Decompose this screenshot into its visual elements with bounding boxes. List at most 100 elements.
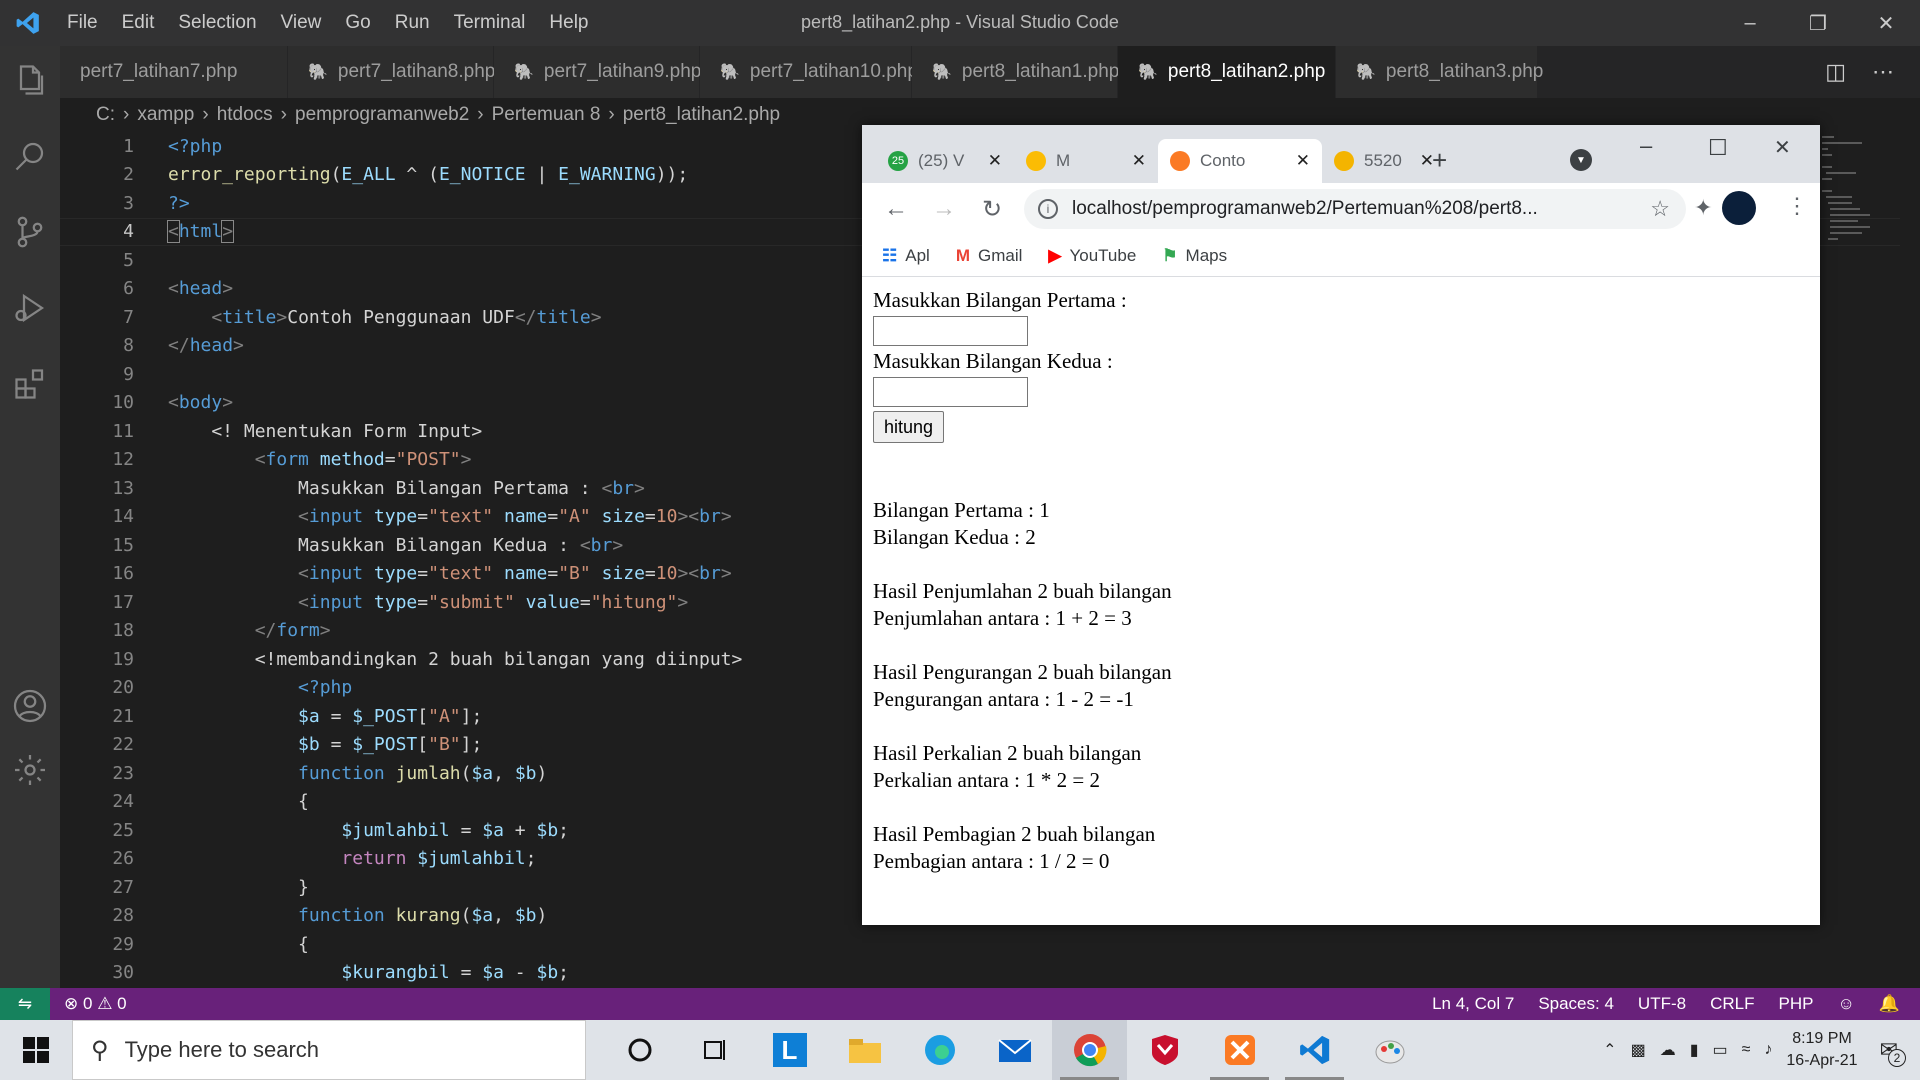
more-actions-icon[interactable]: ⋯: [1872, 59, 1894, 85]
settings-gear-icon[interactable]: [12, 752, 48, 788]
input-a[interactable]: [873, 316, 1028, 346]
address-bar[interactable]: i localhost/pemprogramanweb2/Pertemuan%2…: [1024, 189, 1686, 229]
breadcrumb-item[interactable]: C:: [96, 104, 115, 126]
start-windows-icon[interactable]: [0, 1020, 72, 1080]
close-tab-icon[interactable]: ✕: [1420, 151, 1434, 171]
bookmark-apl[interactable]: ☷ Apl: [882, 246, 930, 266]
run-debug-icon[interactable]: [12, 290, 48, 326]
tray-chevron-up-icon[interactable]: ⌃: [1603, 1040, 1616, 1060]
site-info-icon[interactable]: i: [1038, 199, 1058, 219]
paint-icon[interactable]: [1352, 1020, 1427, 1080]
breadcrumb-item[interactable]: pemprogramanweb2: [295, 104, 469, 126]
breadcrumb-item[interactable]: htdocs: [217, 104, 273, 126]
tray-app-icon[interactable]: ▩: [1631, 1040, 1646, 1060]
editor-tab[interactable]: 🐘 pert7_latihan8.php: [288, 46, 495, 98]
editor-tab[interactable]: 🐘 pert7_latihan9.php: [494, 46, 701, 98]
editor-tab[interactable]: 🐘pert8_latihan2.php✕: [1118, 46, 1350, 98]
page-content: Masukkan Bilangan Pertama : Masukkan Bil…: [862, 277, 1820, 885]
browser-minimize-button[interactable]: –: [1640, 133, 1652, 159]
microphone-icon[interactable]: ▮: [1690, 1040, 1699, 1060]
vscode-taskbar-icon[interactable]: [1277, 1020, 1352, 1080]
browser-tab[interactable]: 5520 ✕: [1322, 139, 1446, 183]
extensions-icon[interactable]: [12, 366, 48, 402]
mcafee-icon[interactable]: [1127, 1020, 1202, 1080]
code-line[interactable]: 29 {: [60, 930, 1920, 959]
close-button[interactable]: ✕: [1852, 0, 1920, 46]
taskbar-search[interactable]: ⚲ Type here to search: [72, 1020, 586, 1080]
forward-arrow-icon[interactable]: →: [920, 195, 968, 223]
menu-item-go[interactable]: Go: [333, 12, 382, 34]
code-line[interactable]: 30 $kurangbil = $a - $b;: [60, 959, 1920, 988]
menu-item-view[interactable]: View: [269, 12, 334, 34]
explorer-icon[interactable]: [12, 62, 48, 98]
cortana-icon[interactable]: [602, 1020, 677, 1080]
reload-icon[interactable]: ↻: [968, 195, 1016, 224]
source-control-icon[interactable]: [12, 214, 48, 250]
menu-item-file[interactable]: File: [55, 12, 110, 34]
l-app-icon[interactable]: L: [752, 1020, 827, 1080]
back-arrow-icon[interactable]: ←: [872, 195, 920, 223]
close-tab-icon[interactable]: ✕: [988, 151, 1002, 171]
line-ending[interactable]: CRLF: [1710, 994, 1754, 1014]
language-mode[interactable]: PHP: [1779, 994, 1814, 1014]
browser-tab[interactable]: Conto ✕: [1158, 139, 1322, 183]
cursor-position[interactable]: Ln 4, Col 7: [1432, 994, 1514, 1014]
close-tab-icon[interactable]: ✕: [1132, 151, 1146, 171]
menu-item-edit[interactable]: Edit: [110, 12, 167, 34]
menu-item-help[interactable]: Help: [537, 12, 600, 34]
xampp-icon[interactable]: [1202, 1020, 1277, 1080]
hitung-button[interactable]: hitung: [873, 411, 945, 443]
clock[interactable]: 8:19 PM 16-Apr-21: [1786, 1028, 1857, 1072]
bookmark-star-icon[interactable]: ☆: [1650, 196, 1670, 222]
feedback-icon[interactable]: ☺: [1837, 994, 1854, 1014]
remote-indicator-icon[interactable]: ⇋: [0, 988, 50, 1020]
split-editor-icon[interactable]: ◫: [1825, 59, 1846, 85]
minimize-button[interactable]: –: [1716, 0, 1784, 46]
edge-browser-icon[interactable]: [902, 1020, 977, 1080]
editor-tab[interactable]: 🐘 pert8_latihan3.php: [1336, 46, 1543, 98]
menu-item-run[interactable]: Run: [383, 12, 442, 34]
browser-maximize-button[interactable]: ☐: [1708, 135, 1728, 161]
indentation[interactable]: Spaces: 4: [1538, 994, 1614, 1014]
bookmark-gmail[interactable]: M Gmail: [956, 246, 1023, 266]
battery-icon[interactable]: ▭: [1713, 1040, 1728, 1060]
breadcrumb-item[interactable]: xampp: [137, 104, 194, 126]
bookmark-maps[interactable]: ⚑ Maps: [1162, 246, 1227, 266]
editor-scrollbar[interactable]: [1900, 132, 1920, 988]
menu-item-selection[interactable]: Selection: [166, 12, 268, 34]
tab-search-icon[interactable]: ▼: [1570, 149, 1592, 171]
file-explorer-icon[interactable]: [827, 1020, 902, 1080]
problems-indicator[interactable]: ⊗ 0 ⚠ 0: [50, 994, 127, 1014]
input-b[interactable]: [873, 377, 1028, 407]
wifi-icon[interactable]: ≈: [1742, 1041, 1751, 1059]
volume-icon[interactable]: ♪: [1764, 1041, 1772, 1059]
task-view-icon[interactable]: [677, 1020, 752, 1080]
notifications-bell-icon[interactable]: 🔔: [1879, 994, 1900, 1014]
label-bilangan-pertama: Masukkan Bilangan Pertama :: [873, 288, 1127, 312]
extensions-puzzle-icon[interactable]: ✦: [1694, 195, 1712, 221]
browser-close-button[interactable]: ✕: [1774, 135, 1791, 160]
search-icon[interactable]: [12, 138, 48, 174]
account-icon[interactable]: [12, 688, 48, 724]
browser-tab[interactable]: M ✕: [1014, 139, 1158, 183]
minimap[interactable]: [1820, 132, 1900, 302]
chrome-icon[interactable]: [1052, 1020, 1127, 1080]
mail-icon[interactable]: [977, 1020, 1052, 1080]
breadcrumb-item[interactable]: pert8_latihan2.php: [623, 104, 780, 126]
onedrive-cloud-icon[interactable]: ☁: [1660, 1040, 1676, 1060]
profile-avatar[interactable]: [1722, 191, 1756, 225]
editor-tab[interactable]: pert7_latihan7.php: [60, 46, 288, 98]
bookmark-youtube[interactable]: ▶ YouTube: [1048, 246, 1136, 266]
browser-menu-icon[interactable]: ⋮: [1786, 193, 1808, 219]
browser-tab[interactable]: 25 (25) V ✕: [876, 139, 1014, 183]
close-tab-icon[interactable]: ✕: [1296, 151, 1310, 171]
menu-item-terminal[interactable]: Terminal: [442, 12, 538, 34]
breadcrumb-item[interactable]: Pertemuan 8: [492, 104, 601, 126]
encoding[interactable]: UTF-8: [1638, 994, 1686, 1014]
editor-tab[interactable]: 🐘 pert7_latihan10.php: [700, 46, 918, 98]
editor-tab[interactable]: 🐘 pert8_latihan1.php: [912, 46, 1119, 98]
restore-button[interactable]: ❐: [1784, 0, 1852, 46]
action-center-icon[interactable]: ✉ 2: [1872, 1037, 1906, 1067]
code-text: Masukkan Bilangan Kedua : <br>: [168, 534, 624, 556]
code-text: <html>: [167, 220, 235, 244]
